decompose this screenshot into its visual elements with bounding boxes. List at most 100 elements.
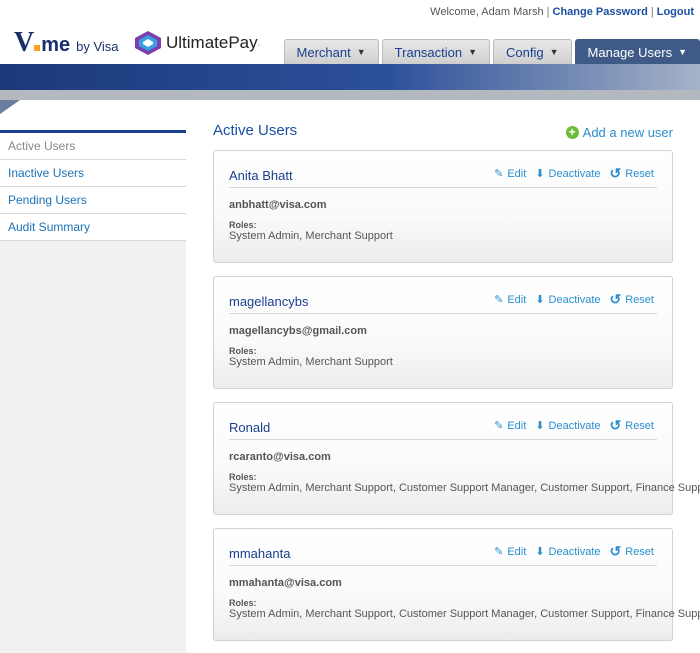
tab-manage-users[interactable]: Manage Users ▼: [574, 39, 700, 64]
roles-label: Roles:: [229, 346, 257, 356]
edit-label: Edit: [507, 419, 527, 432]
user-email: anbhatt@visa.com: [229, 199, 327, 211]
caret-down-icon: ▼: [678, 47, 687, 57]
user-actions: ✎ Edit ⬇ Deactivate ↺ Reset: [494, 417, 654, 433]
plus-icon: +: [565, 126, 579, 139]
deactivate-button[interactable]: ⬇ Deactivate: [535, 167, 601, 181]
ultimatepay-mark-icon: [135, 31, 161, 55]
reset-icon: ↺: [609, 543, 622, 559]
tab-label: Config: [506, 44, 544, 60]
user-actions: ✎ Edit ⬇ Deactivate ↺ Reset: [494, 165, 654, 181]
user-card: mmahanta ✎ Edit ⬇ Deactivate ↺ Reset mmahan…: [213, 528, 700, 641]
roles-label: Roles:: [229, 472, 257, 482]
edit-button[interactable]: ✎ Edit: [494, 167, 527, 181]
card-divider: [229, 565, 657, 566]
user-roles: System Admin, Merchant Support, Customer…: [229, 608, 700, 620]
user-name[interactable]: Ronald: [229, 420, 270, 435]
caret-down-icon: ▼: [356, 47, 366, 57]
sidebar-item-inactive-users[interactable]: Inactive Users: [0, 160, 186, 187]
ultimatepay-mark-dot: .: [257, 37, 261, 49]
user-actions: ✎ Edit ⬇ Deactivate ↺ Reset: [494, 291, 654, 307]
vme-by-visa-logo: Vme by Visa: [14, 27, 119, 59]
page-title: Active Users: [213, 122, 298, 139]
reset-label: Reset: [625, 419, 654, 432]
caret-down-icon: ▼: [468, 47, 478, 57]
top-links: Welcome, Adam Marsh | Change Password | Logo…: [430, 6, 694, 18]
reset-icon: ↺: [609, 291, 622, 307]
user-roles: System Admin, Merchant Support, Customer…: [229, 482, 700, 494]
deactivate-button[interactable]: ⬇ Deactivate: [535, 545, 601, 559]
logout-link[interactable]: Logout: [657, 6, 694, 18]
arrow-down-icon: ⬇: [535, 546, 545, 558]
deactivate-button[interactable]: ⬇ Deactivate: [535, 419, 601, 433]
user-name[interactable]: magellancybs: [229, 294, 309, 309]
deactivate-label: Deactivate: [548, 419, 601, 432]
user-name[interactable]: mmahanta: [229, 546, 290, 561]
deactivate-label: Deactivate: [548, 167, 601, 180]
reset-label: Reset: [625, 293, 654, 306]
tab-label: Manage Users: [587, 44, 673, 60]
change-password-link[interactable]: Change Password: [553, 6, 648, 18]
tab-label: Merchant: [296, 44, 351, 60]
card-divider: [229, 187, 657, 188]
tab-merchant[interactable]: Merchant ▼: [283, 39, 379, 64]
reset-button[interactable]: ↺ Reset: [609, 291, 654, 307]
edit-label: Edit: [507, 545, 527, 558]
arrow-down-icon: ⬇: [535, 420, 545, 432]
main-nav: Merchant ▼ Transaction ▼ Config ▼ Manage Us…: [283, 39, 700, 64]
corner-tab-icon: [0, 100, 20, 114]
tab-label: Transaction: [394, 44, 463, 60]
add-user-button[interactable]: + Add a new user: [565, 125, 673, 140]
edit-button[interactable]: ✎ Edit: [494, 419, 527, 433]
user-card: Ronald ✎ Edit ⬇ Deactivate ↺ Reset rcaranto…: [213, 402, 700, 515]
ultimatepay-text: UltimatePay: [166, 33, 258, 52]
add-user-label: Add a new user: [582, 125, 673, 140]
tab-config[interactable]: Config ▼: [493, 39, 572, 64]
user-roles: System Admin, Merchant Support: [229, 230, 393, 242]
reset-button[interactable]: ↺ Reset: [609, 543, 654, 559]
reset-button[interactable]: ↺ Reset: [609, 417, 654, 433]
edit-button[interactable]: ✎ Edit: [494, 293, 527, 307]
sidebar-top: [0, 100, 186, 130]
user-actions: ✎ Edit ⬇ Deactivate ↺ Reset: [494, 543, 654, 559]
tab-transaction[interactable]: Transaction ▼: [381, 39, 491, 64]
edit-label: Edit: [507, 167, 527, 180]
arrow-down-icon: ⬇: [535, 294, 545, 306]
user-email: mmahanta@visa.com: [229, 577, 342, 589]
pencil-icon: ✎: [494, 168, 504, 180]
reset-button[interactable]: ↺ Reset: [609, 165, 654, 181]
logo-me: me: [41, 34, 71, 56]
sub-bar: [0, 90, 700, 100]
logo-v: V: [14, 27, 34, 58]
edit-label: Edit: [507, 293, 527, 306]
edit-button[interactable]: ✎ Edit: [494, 545, 527, 559]
roles-label: Roles:: [229, 598, 257, 608]
deactivate-button[interactable]: ⬇ Deactivate: [535, 293, 601, 307]
reset-icon: ↺: [609, 417, 622, 433]
user-email: rcaranto@visa.com: [229, 451, 331, 463]
sidebar-item-active-users[interactable]: Active Users: [0, 133, 186, 160]
pencil-icon: ✎: [494, 420, 504, 432]
nav-bar: [0, 64, 700, 90]
reset-label: Reset: [625, 167, 654, 180]
pencil-icon: ✎: [494, 294, 504, 306]
user-roles: System Admin, Merchant Support: [229, 356, 393, 368]
user-card: Anita Bhatt ✎ Edit ⬇ Deactivate ↺ Reset anb…: [213, 150, 673, 263]
deactivate-label: Deactivate: [548, 293, 601, 306]
deactivate-label: Deactivate: [548, 545, 601, 558]
sidebar-item-audit-summary[interactable]: Audit Summary: [0, 214, 186, 241]
card-divider: [229, 439, 657, 440]
user-name[interactable]: Anita Bhatt: [229, 168, 293, 183]
card-divider: [229, 313, 657, 314]
arrow-down-icon: ⬇: [535, 168, 545, 180]
user-email: magellancybs@gmail.com: [229, 325, 367, 337]
user-card: magellancybs ✎ Edit ⬇ Deactivate ↺ Reset ma…: [213, 276, 673, 389]
logo-by-visa: by Visa: [76, 39, 119, 54]
roles-label: Roles:: [229, 220, 257, 230]
header: Welcome, Adam Marsh | Change Password | Logo…: [0, 0, 700, 64]
pencil-icon: ✎: [494, 546, 504, 558]
welcome-text: Welcome, Adam Marsh: [430, 6, 544, 18]
sidebar-item-pending-users[interactable]: Pending Users: [0, 187, 186, 214]
reset-icon: ↺: [609, 165, 622, 181]
ultimatepay-logo: UltimatePay.: [134, 30, 260, 56]
